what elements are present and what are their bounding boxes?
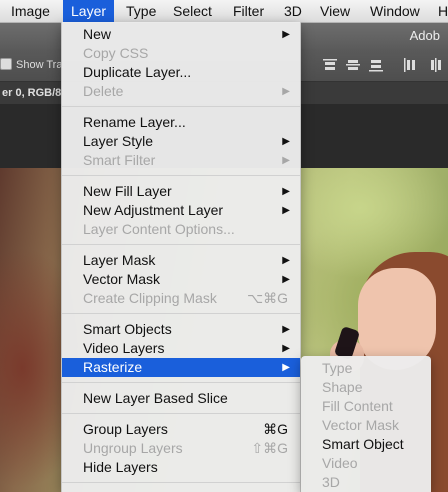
- submenu-arrow-icon: ▶: [282, 29, 290, 40]
- menu-item-shortcut: ⌥⌘G: [246, 290, 288, 306]
- menu-image[interactable]: Image: [3, 0, 58, 22]
- menu-item-label: New Fill Layer: [83, 183, 172, 199]
- menu-3d[interactable]: 3D: [276, 0, 310, 22]
- menu-item-layer-content-options: Layer Content Options...: [62, 220, 300, 239]
- submenu-arrow-icon: ▶: [282, 155, 290, 166]
- menu-item-label: Smart Objects: [83, 321, 172, 337]
- menu-item-new-adjustment-layer[interactable]: New Adjustment Layer ▶: [62, 201, 300, 220]
- menu-item-label: New: [83, 26, 112, 42]
- menu-item-label: Layer Mask: [83, 252, 156, 268]
- menu-separator: [62, 413, 300, 414]
- menu-item-label: New Layer Based Slice: [83, 390, 228, 406]
- menu-item-create-clipping-mask: Create Clipping Mask ⌥⌘G: [62, 289, 300, 308]
- rasterize-submenu: Type Shape Fill Content Vector Mask Smar…: [301, 356, 431, 492]
- menu-separator: [62, 482, 300, 483]
- menu-item-rasterize[interactable]: Rasterize ▶: [62, 358, 300, 377]
- menu-item-label: New Adjustment Layer: [83, 202, 224, 218]
- submenu-item-type: Type: [322, 360, 353, 376]
- menu-item-new-layer-based-slice[interactable]: New Layer Based Slice: [62, 389, 300, 408]
- menu-view[interactable]: View: [312, 0, 358, 22]
- menu-select[interactable]: Select: [165, 0, 220, 22]
- menu-item-delete: Delete ▶: [62, 82, 300, 101]
- submenu-arrow-icon: ▶: [282, 343, 290, 354]
- align-left-icon[interactable]: [403, 58, 419, 72]
- menu-item-rename-layer[interactable]: Rename Layer...: [62, 113, 300, 132]
- menu-item-new[interactable]: New ▶: [62, 25, 300, 44]
- menu-item-shortcut: ⌘G: [263, 421, 288, 437]
- submenu-arrow-icon: ▶: [282, 86, 290, 97]
- submenu-arrow-icon: ▶: [282, 136, 290, 147]
- menu-item-label: Copy CSS: [83, 45, 149, 61]
- menu-separator: [62, 175, 300, 176]
- menu-item-layer-style[interactable]: Layer Style ▶: [62, 132, 300, 151]
- photo-face: [358, 268, 436, 370]
- menu-item-label: Rename Layer...: [83, 114, 186, 130]
- submenu-item-shape: Shape: [322, 379, 363, 395]
- submenu-item-3d: 3D: [322, 474, 340, 490]
- submenu-item-fill-content: Fill Content: [322, 398, 393, 414]
- show-transform-controls-checkbox[interactable]: Show Tra: [0, 58, 62, 71]
- submenu-arrow-icon: ▶: [282, 324, 290, 335]
- document-tab[interactable]: er 0, RGB/8: [0, 82, 61, 104]
- submenu-item-smart-object[interactable]: Smart Object: [301, 435, 431, 454]
- menu-item-new-fill-layer[interactable]: New Fill Layer ▶: [62, 182, 300, 201]
- menu-item-label: Rasterize: [83, 359, 143, 375]
- submenu-arrow-icon: ▶: [282, 274, 290, 285]
- align-bottom-icon[interactable]: [368, 58, 384, 72]
- submenu-arrow-icon: ▶: [282, 205, 290, 216]
- menu-item-label: Layer Style: [83, 133, 154, 149]
- menu-bar: Image Layer Type Select Filter 3D View W…: [0, 0, 448, 23]
- submenu-arrow-icon: ▶: [282, 186, 290, 197]
- menu-filter[interactable]: Filter: [225, 0, 272, 22]
- menu-help[interactable]: H: [430, 0, 448, 22]
- menu-item-group-layers[interactable]: Group Layers ⌘G: [62, 420, 300, 439]
- menu-window[interactable]: Window: [362, 0, 428, 22]
- menu-item-duplicate-layer[interactable]: Duplicate Layer...: [62, 63, 300, 82]
- menu-separator: [62, 382, 300, 383]
- menu-item-label: Ungroup Layers: [83, 440, 183, 456]
- menu-item-ungroup-layers: Ungroup Layers ⇧⌘G: [62, 439, 300, 458]
- menu-separator: [62, 106, 300, 107]
- menu-item-label: Video Layers: [83, 340, 165, 356]
- menu-item-video-layers[interactable]: Video Layers ▶: [62, 339, 300, 358]
- menu-item-smart-filter: Smart Filter ▶: [62, 151, 300, 170]
- menu-item-vector-mask[interactable]: Vector Mask ▶: [62, 270, 300, 289]
- menu-item-shortcut: ⇧⌘G: [251, 440, 288, 456]
- checkbox-icon: [0, 58, 12, 70]
- menu-item-smart-objects[interactable]: Smart Objects ▶: [62, 320, 300, 339]
- submenu-item-video: Video: [322, 455, 358, 471]
- menu-item-label: Hide Layers: [83, 459, 158, 475]
- align-top-icon[interactable]: [322, 58, 338, 72]
- layer-menu-dropdown: New ▶ Copy CSS Duplicate Layer... Delete…: [61, 22, 301, 492]
- align-vertical-center-icon[interactable]: [345, 58, 361, 72]
- menu-item-layer-mask[interactable]: Layer Mask ▶: [62, 251, 300, 270]
- menu-item-label: Duplicate Layer...: [83, 64, 192, 80]
- menu-layer[interactable]: Layer: [63, 0, 115, 22]
- menu-item-label: Vector Mask: [83, 271, 161, 287]
- menu-item-hide-layers[interactable]: Hide Layers: [62, 458, 300, 477]
- show-transform-label: Show Tra: [16, 59, 63, 71]
- submenu-item-vector-mask: Vector Mask: [322, 417, 400, 433]
- menu-separator: [62, 244, 300, 245]
- align-horizontal-center-icon[interactable]: [428, 58, 444, 72]
- menu-type[interactable]: Type: [118, 0, 164, 22]
- menu-item-label: Delete: [83, 83, 124, 99]
- menu-item-label: Group Layers: [83, 421, 168, 437]
- submenu-arrow-icon: ▶: [282, 362, 290, 373]
- submenu-arrow-icon: ▶: [282, 255, 290, 266]
- menu-item-label: Create Clipping Mask: [83, 290, 217, 306]
- menu-item-label: Smart Filter: [83, 152, 156, 168]
- menu-item-copy-css: Copy CSS: [62, 44, 300, 63]
- app-title: Adob: [409, 28, 440, 43]
- menu-item-label: Layer Content Options...: [83, 221, 235, 237]
- menu-separator: [62, 313, 300, 314]
